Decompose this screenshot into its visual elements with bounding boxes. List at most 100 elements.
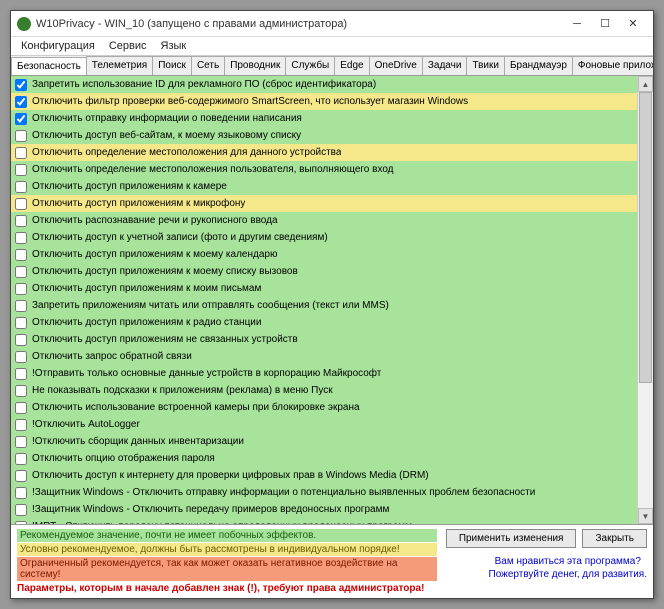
setting-row: !Отключить сборщик данных инвентаризации [11,433,637,450]
setting-checkbox[interactable] [15,436,27,448]
content-area: Запретить использование ID для рекламног… [11,76,653,524]
setting-checkbox[interactable] [15,232,27,244]
setting-row: Запретить использование ID для рекламног… [11,76,637,93]
tab-11[interactable]: Фоновые приложения [572,56,653,75]
setting-row: Отключить доступ приложениям к моему спи… [11,263,637,280]
setting-row: Отключить доступ приложениям к радио ста… [11,314,637,331]
scrollbar[interactable]: ▲ ▼ [637,76,653,524]
setting-row: Отключить доступ приложениям к моему кал… [11,246,637,263]
setting-label: Отключить доступ приложениям к камере [32,181,227,192]
setting-label: Отключить отправку информации о поведени… [32,113,302,124]
setting-label: !Защитник Windows - Отключить отправку и… [32,487,535,498]
setting-row: Отключить определение местоположения для… [11,144,637,161]
close-button[interactable]: ✕ [619,15,647,33]
tab-1[interactable]: Телеметрия [86,56,153,75]
setting-label: Отключить определение местоположения пол… [32,164,394,175]
setting-checkbox[interactable] [15,334,27,346]
setting-checkbox[interactable] [15,487,27,499]
setting-checkbox[interactable] [15,504,27,516]
tab-2[interactable]: Поиск [152,56,192,75]
tab-bar: БезопасностьТелеметрияПоискСетьПроводник… [11,56,653,76]
setting-label: Не показывать подсказки к приложениям (р… [32,385,333,396]
setting-checkbox[interactable] [15,113,27,125]
setting-checkbox[interactable] [15,164,27,176]
menu-lang[interactable]: Язык [159,39,189,53]
scroll-up-button[interactable]: ▲ [638,76,653,92]
setting-row: !Отправить только основные данные устрой… [11,365,637,382]
legend-green: Рекомендуемое значение, почти не имеет п… [17,529,437,542]
setting-checkbox[interactable] [15,79,27,91]
setting-label: Отключить доступ приложениям к моим пись… [32,283,261,294]
scroll-down-button[interactable]: ▼ [638,508,653,524]
setting-label: Отключить распознавание речи и рукописно… [32,215,278,226]
menubar: Конфигурация Сервис Язык [11,37,653,56]
setting-label: !Отключить сборщик данных инвентаризации [32,436,244,447]
tab-7[interactable]: OneDrive [369,56,423,75]
setting-label: Отключить использование встроенной камер… [32,402,360,413]
scroll-track[interactable] [638,92,653,508]
setting-checkbox[interactable] [15,402,27,414]
tab-6[interactable]: Edge [334,56,369,75]
close-panel-button[interactable]: Закрыть [582,529,647,548]
setting-checkbox[interactable] [15,453,27,465]
setting-checkbox[interactable] [15,96,27,108]
setting-label: Запретить приложениям читать или отправл… [32,300,389,311]
setting-checkbox[interactable] [15,266,27,278]
setting-checkbox[interactable] [15,249,27,261]
setting-checkbox[interactable] [15,181,27,193]
tab-9[interactable]: Твики [466,56,505,75]
setting-checkbox[interactable] [15,385,27,397]
setting-row: Отключить доступ приложениям не связанны… [11,331,637,348]
window-title: W10Privacy - WIN_10 (запущено с правами … [36,18,563,30]
tab-0[interactable]: Безопасность [11,57,87,76]
setting-row: Запретить приложениям читать или отправл… [11,297,637,314]
setting-checkbox[interactable] [15,215,27,227]
setting-checkbox[interactable] [15,147,27,159]
setting-checkbox[interactable] [15,283,27,295]
setting-label: Отключить опцию отображения пароля [32,453,215,464]
setting-row: Отключить отправку информации о поведени… [11,110,637,127]
setting-checkbox[interactable] [15,419,27,431]
setting-row: Отключить использование встроенной камер… [11,399,637,416]
minimize-button[interactable]: ─ [563,15,591,33]
setting-row: Отключить доступ к интернету для проверк… [11,467,637,484]
tab-5[interactable]: Службы [285,56,335,75]
setting-checkbox[interactable] [15,130,27,142]
setting-label: Отключить доступ приложениям к радио ста… [32,317,261,328]
setting-label: !Отправить только основные данные устрой… [32,368,381,379]
legend: Рекомендуемое значение, почти не имеет п… [17,529,437,594]
setting-checkbox[interactable] [15,300,27,312]
window-controls: ─ ☐ ✕ [563,15,647,33]
donate-line2: Пожертвуйте денег, для развития. [489,568,647,581]
setting-checkbox[interactable] [15,470,27,482]
setting-row: !Отключить AutoLogger [11,416,637,433]
setting-label: Отключить доступ приложениям не связанны… [32,334,298,345]
setting-label: Отключить фильтр проверки веб-содержимог… [32,96,468,107]
setting-label: Отключить доступ приложениям к моему спи… [32,266,298,277]
setting-checkbox[interactable] [15,351,27,363]
setting-label: Запретить использование ID для рекламног… [32,79,376,90]
menu-config[interactable]: Конфигурация [19,39,97,53]
setting-checkbox[interactable] [15,317,27,329]
setting-label: Отключить доступ к интернету для проверк… [32,470,429,481]
maximize-button[interactable]: ☐ [591,15,619,33]
tab-3[interactable]: Сеть [191,56,225,75]
legend-yellow: Условно рекомендуемое, должны быть рассм… [17,543,437,556]
setting-row: !Защитник Windows - Отключить передачу п… [11,501,637,518]
setting-checkbox[interactable] [15,198,27,210]
apply-button[interactable]: Применить изменения [446,529,577,548]
setting-row: Отключить распознавание речи и рукописно… [11,212,637,229]
app-icon [17,17,31,31]
donate-text: Вам нравиться эта программа? Пожертвуйте… [489,555,647,581]
tab-4[interactable]: Проводник [224,56,286,75]
tab-8[interactable]: Задачи [422,56,468,75]
scroll-thumb[interactable] [639,92,652,383]
setting-row: Отключить определение местоположения пол… [11,161,637,178]
setting-checkbox[interactable] [15,368,27,380]
setting-label: Отключить определение местоположения для… [32,147,341,158]
tab-10[interactable]: Брандмауэр [504,56,573,75]
menu-service[interactable]: Сервис [107,39,149,53]
setting-label: Отключить доступ к учетной записи (фото … [32,232,328,243]
setting-label: !Защитник Windows - Отключить передачу п… [32,504,389,515]
setting-row: Отключить доступ приложениям к камере [11,178,637,195]
